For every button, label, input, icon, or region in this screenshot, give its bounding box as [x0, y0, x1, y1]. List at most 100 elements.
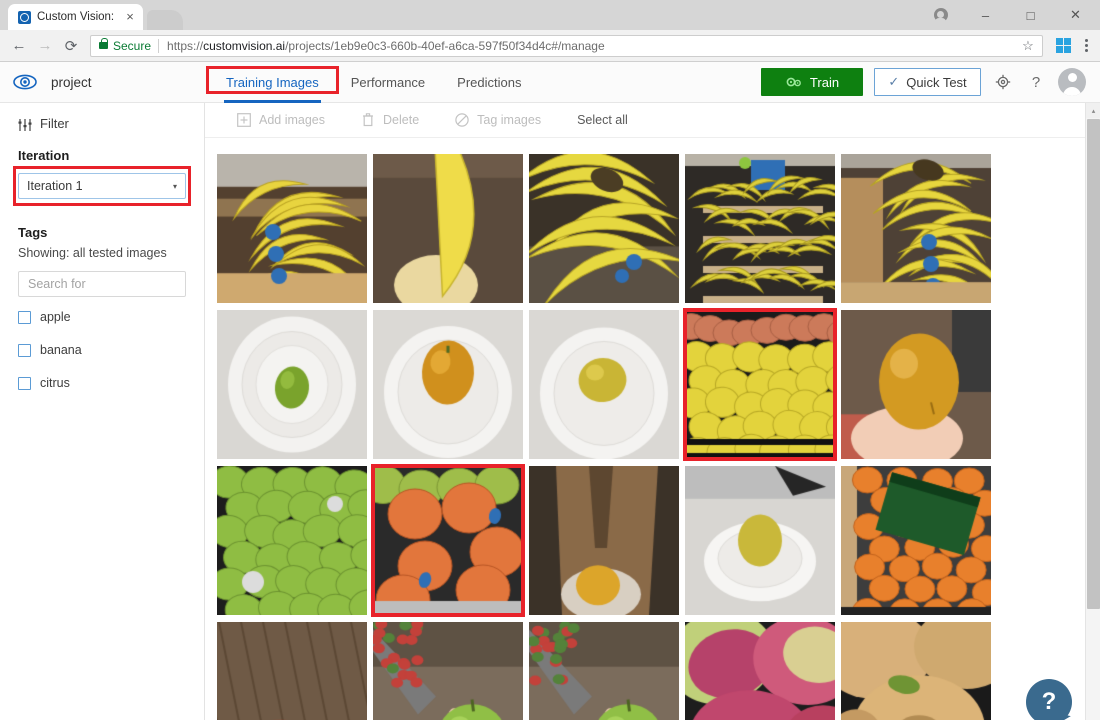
image-thumbnail[interactable] — [373, 622, 523, 720]
maximize-button[interactable]: □ — [1008, 0, 1053, 30]
thumbnail-image — [373, 466, 523, 615]
thumbnail-image — [373, 622, 523, 720]
image-thumbnail[interactable] — [217, 154, 367, 303]
three-dot-menu-icon[interactable] — [1078, 39, 1094, 52]
tab-strip: Custom Vision: project - × — [0, 4, 918, 30]
showing-text: Showing: all tested images — [18, 246, 167, 260]
tab-performance[interactable]: Performance — [335, 62, 441, 103]
url-scheme: https:// — [167, 38, 204, 53]
profile-icon[interactable] — [918, 0, 963, 30]
tag-item-banana[interactable]: banana — [0, 337, 204, 363]
thumbnail-image — [841, 310, 991, 459]
reload-icon[interactable]: ⟳ — [58, 33, 84, 59]
tag-label-apple: apple — [40, 310, 71, 324]
image-thumbnail[interactable] — [529, 466, 679, 615]
checkbox-banana[interactable] — [18, 343, 31, 357]
bookmark-star-icon[interactable]: ☆ — [1018, 38, 1038, 54]
image-thumbnail[interactable] — [529, 310, 679, 459]
train-button[interactable]: Train — [761, 68, 863, 96]
gear-icon[interactable] — [992, 71, 1014, 93]
image-thumbnail[interactable] — [529, 622, 679, 720]
scrollbar-thumb[interactable] — [1087, 119, 1100, 609]
thumbnail-image — [373, 310, 523, 459]
app-body: Filter Iteration Iteration 1 ▾ Tags Show… — [0, 103, 1100, 720]
forward-icon[interactable]: → — [32, 33, 58, 59]
windows-extension-icon[interactable] — [1056, 38, 1071, 53]
image-thumbnail[interactable] — [683, 308, 837, 461]
browser-titlebar: Custom Vision: project - × – □ ✕ — [0, 0, 1100, 30]
secure-label: Secure — [113, 38, 152, 53]
tag-images-button[interactable]: Tag images — [437, 113, 559, 127]
filter-button[interactable]: Filter — [0, 116, 204, 131]
image-thumbnail[interactable] — [685, 154, 835, 303]
image-thumbnail[interactable] — [529, 154, 679, 303]
image-thumbnail[interactable] — [841, 466, 991, 615]
image-thumbnail[interactable] — [217, 622, 367, 720]
minimize-button[interactable]: – — [963, 0, 1008, 30]
tag-label-banana: banana — [40, 343, 82, 357]
sidebar: Filter Iteration Iteration 1 ▾ Tags Show… — [0, 103, 205, 720]
delete-label: Delete — [383, 113, 420, 127]
image-thumbnail[interactable] — [841, 154, 991, 303]
add-images-button[interactable]: Add images — [219, 113, 343, 127]
eye-logo — [13, 74, 37, 90]
browser-tab[interactable]: Custom Vision: project - × — [8, 4, 143, 30]
trash-icon — [361, 113, 375, 127]
image-grid-scroll-area — [205, 138, 1100, 720]
image-thumbnail[interactable] — [685, 466, 835, 615]
image-thumbnail[interactable] — [217, 466, 367, 615]
main-toolbar: Add images Delete Tag images Select all — [205, 103, 1100, 138]
vertical-scrollbar[interactable]: ▴ ▾ — [1085, 103, 1100, 720]
thumbnail-image — [529, 622, 679, 720]
window-close-button[interactable]: ✕ — [1053, 0, 1098, 30]
page-title: project — [51, 74, 92, 90]
thumbnail-image — [841, 466, 991, 615]
image-thumbnail[interactable] — [685, 622, 835, 720]
image-thumbnail[interactable] — [841, 310, 991, 459]
help-bubble-button[interactable]: ? — [1026, 679, 1072, 720]
tags-section-title: Tags — [18, 225, 48, 240]
image-thumbnail[interactable] — [373, 154, 523, 303]
checkbox-citrus[interactable] — [18, 376, 31, 390]
nav-tabs: Training Images Performance Predictions — [206, 62, 537, 103]
thumbnail-image — [685, 466, 835, 615]
scroll-up-arrow[interactable]: ▴ — [1086, 103, 1100, 118]
iteration-select[interactable]: Iteration 1 ▾ — [18, 173, 186, 199]
close-icon[interactable]: × — [123, 10, 137, 24]
image-thumbnail[interactable] — [217, 310, 367, 459]
thumbnail-image — [529, 310, 679, 459]
search-input[interactable] — [18, 271, 186, 297]
quick-test-button-label: Quick Test — [906, 74, 967, 90]
tag-label-citrus: citrus — [40, 376, 70, 390]
thumbnail-image — [529, 154, 679, 303]
select-all-button[interactable]: Select all — [559, 113, 646, 127]
quick-test-button[interactable]: ✓ Quick Test — [874, 68, 981, 96]
image-thumbnail[interactable] — [371, 464, 525, 617]
thumbnail-image — [217, 154, 367, 303]
back-icon[interactable]: ← — [6, 33, 32, 59]
thumbnail-image — [217, 466, 367, 615]
delete-button[interactable]: Delete — [343, 113, 437, 127]
avatar[interactable] — [1058, 68, 1086, 96]
check-icon: ✓ — [888, 74, 900, 89]
add-images-label: Add images — [259, 113, 326, 127]
app-header: project Training Images Performance Pred… — [0, 62, 1100, 103]
omnibox-divider — [158, 38, 160, 53]
main-content: Add images Delete Tag images Select all … — [205, 103, 1100, 720]
tag-item-apple[interactable]: apple — [0, 304, 204, 330]
tab-training-images[interactable]: Training Images — [206, 62, 339, 103]
app-brand[interactable]: project — [0, 74, 205, 90]
thumbnail-image — [217, 622, 367, 720]
address-bar[interactable]: Secure https://customvision.ai/projects/… — [90, 34, 1043, 57]
window-controls: – □ ✕ — [918, 0, 1100, 30]
gears-icon — [785, 75, 802, 89]
select-all-label: Select all — [577, 113, 628, 127]
image-thumbnail[interactable] — [373, 310, 523, 459]
new-tab-button[interactable] — [147, 10, 183, 30]
tag-item-citrus[interactable]: citrus — [0, 370, 204, 396]
checkbox-apple[interactable] — [18, 310, 31, 324]
image-thumbnail[interactable] — [841, 622, 991, 720]
help-icon[interactable]: ? — [1025, 71, 1047, 93]
thumbnail-image — [841, 154, 991, 303]
tab-predictions[interactable]: Predictions — [441, 62, 537, 103]
